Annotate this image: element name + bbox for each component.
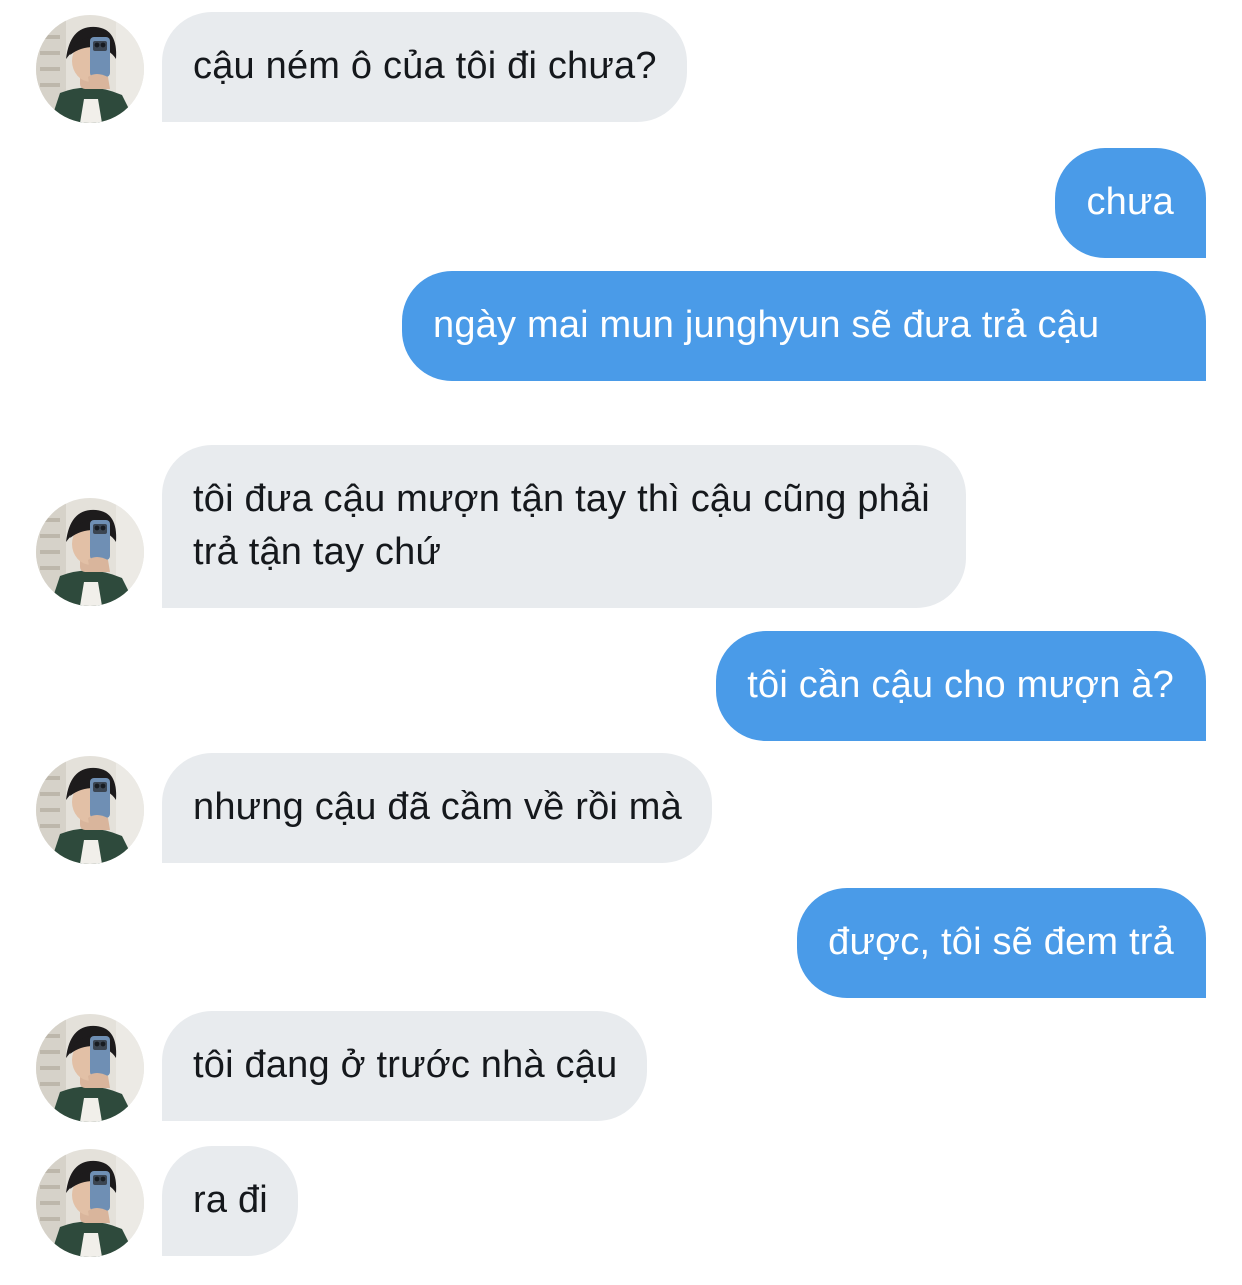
- avatar-photo-icon: [36, 756, 144, 864]
- incoming-message-bubble[interactable]: tôi đang ở trước nhà cậu: [162, 1011, 648, 1121]
- contact-avatar[interactable]: [36, 1149, 144, 1257]
- incoming-message-bubble[interactable]: cậu ném ô của tôi đi chưa?: [162, 12, 687, 122]
- incoming-message-bubble[interactable]: ra đi: [162, 1146, 298, 1256]
- outgoing-message-bubble[interactable]: được, tôi sẽ đem trả: [797, 888, 1206, 998]
- outgoing-message-bubble[interactable]: tôi cần cậu cho mượn à?: [716, 631, 1206, 741]
- contact-avatar[interactable]: [36, 1014, 144, 1122]
- contact-avatar[interactable]: [36, 15, 144, 123]
- contact-avatar[interactable]: [36, 756, 144, 864]
- contact-avatar[interactable]: [36, 498, 144, 606]
- outgoing-message-bubble[interactable]: ngày mai mun junghyun sẽ đưa trả cậu: [402, 271, 1206, 381]
- avatar-photo-icon: [36, 1149, 144, 1257]
- message-thread: cậu ném ô của tôi đi chưa? chưa ngày mai…: [0, 0, 1242, 1285]
- incoming-message-bubble[interactable]: nhưng cậu đã cầm về rồi mà: [162, 753, 712, 863]
- incoming-message-bubble[interactable]: tôi đưa cậu mượn tận tay thì cậu cũng ph…: [162, 445, 966, 608]
- avatar-photo-icon: [36, 1014, 144, 1122]
- avatar-photo-icon: [36, 498, 144, 606]
- avatar-photo-icon: [36, 15, 144, 123]
- outgoing-message-bubble[interactable]: chưa: [1055, 148, 1206, 258]
